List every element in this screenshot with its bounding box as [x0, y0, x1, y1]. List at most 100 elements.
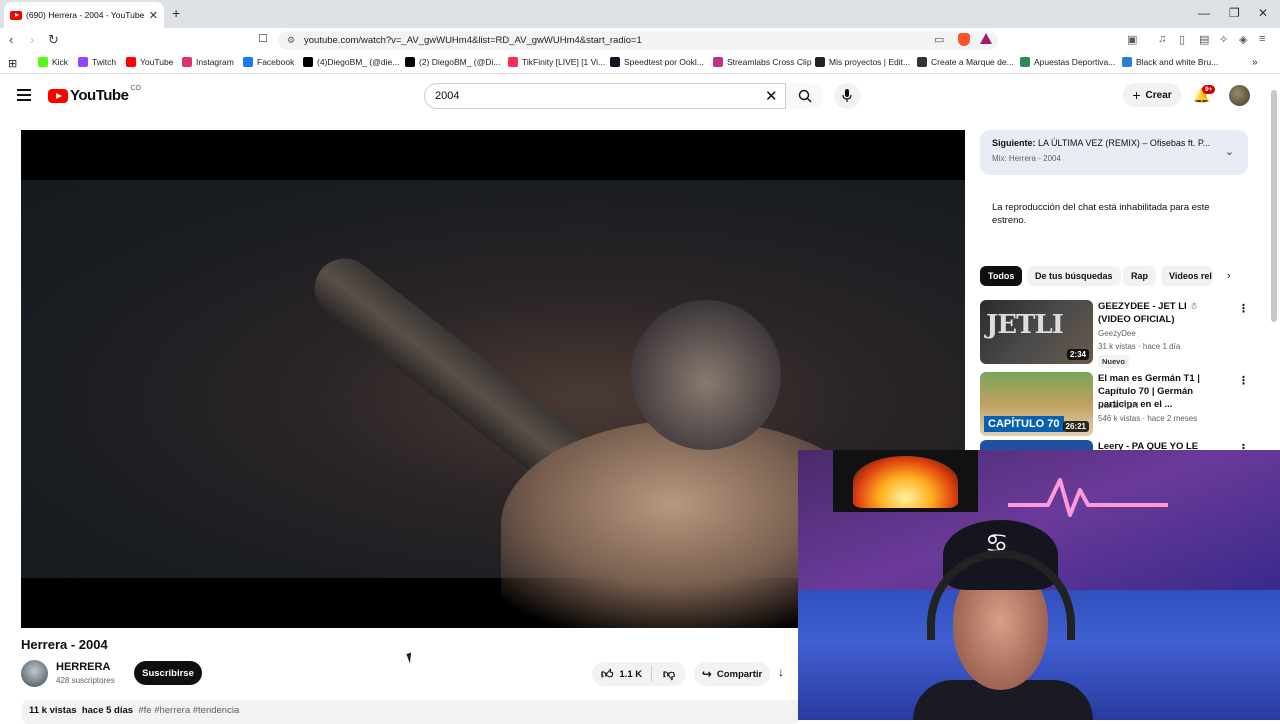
- menu-icon[interactable]: ≡: [1259, 33, 1265, 45]
- notification-badge: 9+: [1202, 85, 1216, 94]
- url-text: youtube.com/watch?v=_AV_gwWUHm4&list=RD_…: [304, 35, 642, 46]
- fireplace-tv: [833, 450, 978, 512]
- reload-icon[interactable]: ↻: [48, 32, 59, 48]
- extensions-icon[interactable]: ▣: [1127, 33, 1137, 46]
- bookmark-favicon-icon: [126, 57, 136, 67]
- leo-ai-icon[interactable]: ✧: [1219, 33, 1228, 46]
- bookmark-item[interactable]: Streamlabs Cross Clip: [713, 57, 812, 67]
- channel-avatar[interactable]: [21, 660, 48, 687]
- chevron-right-icon[interactable]: ›: [1227, 270, 1231, 282]
- webcam-overlay: ♋: [798, 450, 1280, 720]
- youtube-logo[interactable]: YouTube CO: [48, 85, 141, 104]
- apps-icon[interactable]: ⊞: [8, 57, 17, 70]
- rec-channel[interactable]: GeezyDee: [1098, 329, 1136, 338]
- share-arrow-icon: ↪: [701, 667, 712, 681]
- more-options-icon[interactable]: ⋮: [1238, 374, 1249, 387]
- dislike-button[interactable]: 👎︎: [652, 667, 686, 682]
- chip-todos[interactable]: Todos: [980, 266, 1023, 286]
- close-window-icon[interactable]: ✕: [1258, 6, 1268, 20]
- create-button[interactable]: + Crear: [1123, 83, 1181, 107]
- video-thumbnail[interactable]: CAPÍTULO 70 26:21: [980, 372, 1093, 436]
- rec-meta: 546 k vistas · hace 2 meses: [1098, 414, 1198, 423]
- bookmark-item[interactable]: Kick: [38, 57, 68, 67]
- brave-shields-icon[interactable]: [958, 33, 970, 46]
- vpn-icon[interactable]: ◈: [1239, 33, 1247, 46]
- bookmark-item[interactable]: (4)DiegoBM_ (@die...: [303, 57, 399, 67]
- thumbs-up-icon: 👍︎: [600, 666, 614, 681]
- address-bar[interactable]: ⚙ youtube.com/watch?v=_AV_gwWUHm4&list=R…: [278, 31, 998, 50]
- hashtags[interactable]: #fe #herrera #tendencia: [138, 705, 239, 716]
- forward-icon[interactable]: ›: [30, 32, 34, 47]
- site-info-icon[interactable]: ⚙: [287, 35, 295, 46]
- bookmark-item[interactable]: Facebook: [243, 57, 294, 67]
- more-options-icon[interactable]: ⋮: [1238, 302, 1249, 315]
- video-thumbnail[interactable]: JETLI 2:34: [980, 300, 1093, 364]
- close-tab-icon[interactable]: ✕: [149, 9, 158, 22]
- bookmark-favicon-icon: [1122, 57, 1132, 67]
- new-tab-icon[interactable]: +: [172, 5, 180, 21]
- page-scrollbar[interactable]: [1271, 90, 1277, 322]
- chip-rap[interactable]: Rap: [1123, 266, 1157, 286]
- account-avatar[interactable]: [1229, 85, 1250, 106]
- search-button[interactable]: [785, 83, 823, 109]
- back-icon[interactable]: ‹: [9, 32, 13, 47]
- browser-toolbar: ‹ › ↻ ☐ ⚙ youtube.com/watch?v=_AV_gwWUHm…: [0, 28, 1280, 52]
- chip-busquedas[interactable]: De tus búsquedas: [1027, 266, 1121, 286]
- next-video-title: LA ÚLTIMA VEZ (REMIX) – Ofisebas ft. P..…: [1038, 138, 1211, 148]
- media-icon[interactable]: ♫: [1158, 33, 1166, 45]
- youtube-favicon-icon: [10, 10, 22, 20]
- bookmark-item[interactable]: Speedtest por Ookl...: [610, 57, 704, 67]
- search-query: 2004: [435, 90, 460, 102]
- channel-name[interactable]: HERRERA: [56, 661, 110, 673]
- voice-search-button[interactable]: [834, 83, 860, 109]
- browser-tab-active[interactable]: (690) Herrera - 2004 - YouTube ✕: [4, 2, 164, 28]
- bookmark-favicon-icon: [303, 57, 313, 67]
- share-button[interactable]: ↪ Compartir: [694, 662, 770, 686]
- sidebar-icon[interactable]: ▯: [1179, 33, 1185, 46]
- bookmark-icon[interactable]: ☐: [258, 32, 268, 45]
- duration-badge: 2:34: [1066, 349, 1089, 360]
- bookmark-favicon-icon: [1020, 57, 1030, 67]
- bookmark-favicon-icon: [508, 57, 518, 67]
- restore-icon[interactable]: ❐: [1229, 6, 1240, 20]
- bookmark-item[interactable]: Black and white Bru...: [1122, 57, 1218, 67]
- bookmark-item[interactable]: Twitch: [78, 57, 116, 67]
- wallet-icon[interactable]: ▤: [1199, 33, 1209, 46]
- menu-hamburger-icon[interactable]: [17, 89, 31, 104]
- bookmark-item[interactable]: Instagram: [182, 57, 234, 67]
- chip-videos-relacionados[interactable]: Videos rel: [1161, 266, 1213, 286]
- brave-rewards-icon[interactable]: [980, 33, 992, 44]
- chevron-down-icon[interactable]: ⌄: [1225, 145, 1234, 158]
- more-bookmarks-icon[interactable]: »: [1252, 57, 1258, 68]
- search-input[interactable]: 2004 ✕: [424, 83, 823, 109]
- minimize-icon[interactable]: —: [1198, 6, 1210, 20]
- recommended-video[interactable]: JETLI 2:34 GEEZYDEE - JET LI ☃ (VIDEO OF…: [980, 300, 1250, 368]
- playlist-next-box[interactable]: Siguiente: LA ÚLTIMA VEZ (REMIX) – Ofise…: [980, 130, 1248, 175]
- description-box[interactable]: 11 k vistas hace 5 días #fe #herrera #te…: [21, 700, 801, 724]
- subscribe-button[interactable]: Suscribirse: [134, 661, 202, 685]
- streamer: ♋: [913, 510, 1093, 720]
- rec-title[interactable]: GEEZYDEE - JET LI ☃ (VIDEO OFICIAL): [1098, 300, 1233, 326]
- upload-age: hace 5 días: [81, 705, 134, 716]
- like-button[interactable]: 👍︎ 1.1 K: [592, 666, 652, 682]
- youtube-play-icon: [48, 88, 68, 103]
- cast-icon[interactable]: ▭: [934, 33, 944, 46]
- bookmarks-bar: ⊞ Kick Twitch YouTube Instagram Facebook (4)D…: [0, 52, 1280, 74]
- like-dislike-group: 👍︎ 1.1 K 👎︎: [592, 662, 686, 686]
- bookmark-item[interactable]: TikFinity [LIVE] [1 Vi...: [508, 57, 605, 67]
- bookmark-favicon-icon: [243, 57, 253, 67]
- filter-chips: Todos De tus búsquedas Rap Videos rel ›: [980, 266, 1248, 288]
- bookmark-item[interactable]: Create a Marque de...: [917, 57, 1014, 67]
- download-icon[interactable]: ↓: [778, 665, 784, 679]
- plus-icon: +: [1132, 87, 1141, 103]
- mouse-cursor-icon: [406, 652, 415, 664]
- bookmark-item[interactable]: (2) DiegoBM_ (@Di...: [405, 57, 500, 67]
- bookmark-item[interactable]: Mis proyectos | Edit...: [815, 57, 910, 67]
- rec-channel[interactable]: Canal RCN: [1098, 401, 1138, 410]
- bookmark-favicon-icon: [610, 57, 620, 67]
- bookmark-item[interactable]: YouTube: [126, 57, 173, 67]
- clear-search-icon[interactable]: ✕: [765, 87, 778, 105]
- bookmark-favicon-icon: [405, 57, 415, 67]
- bookmark-item[interactable]: Apuestas Deportiva...: [1020, 57, 1115, 67]
- recommended-video[interactable]: CAPÍTULO 70 26:21 El man es Germán T1 | …: [980, 372, 1250, 438]
